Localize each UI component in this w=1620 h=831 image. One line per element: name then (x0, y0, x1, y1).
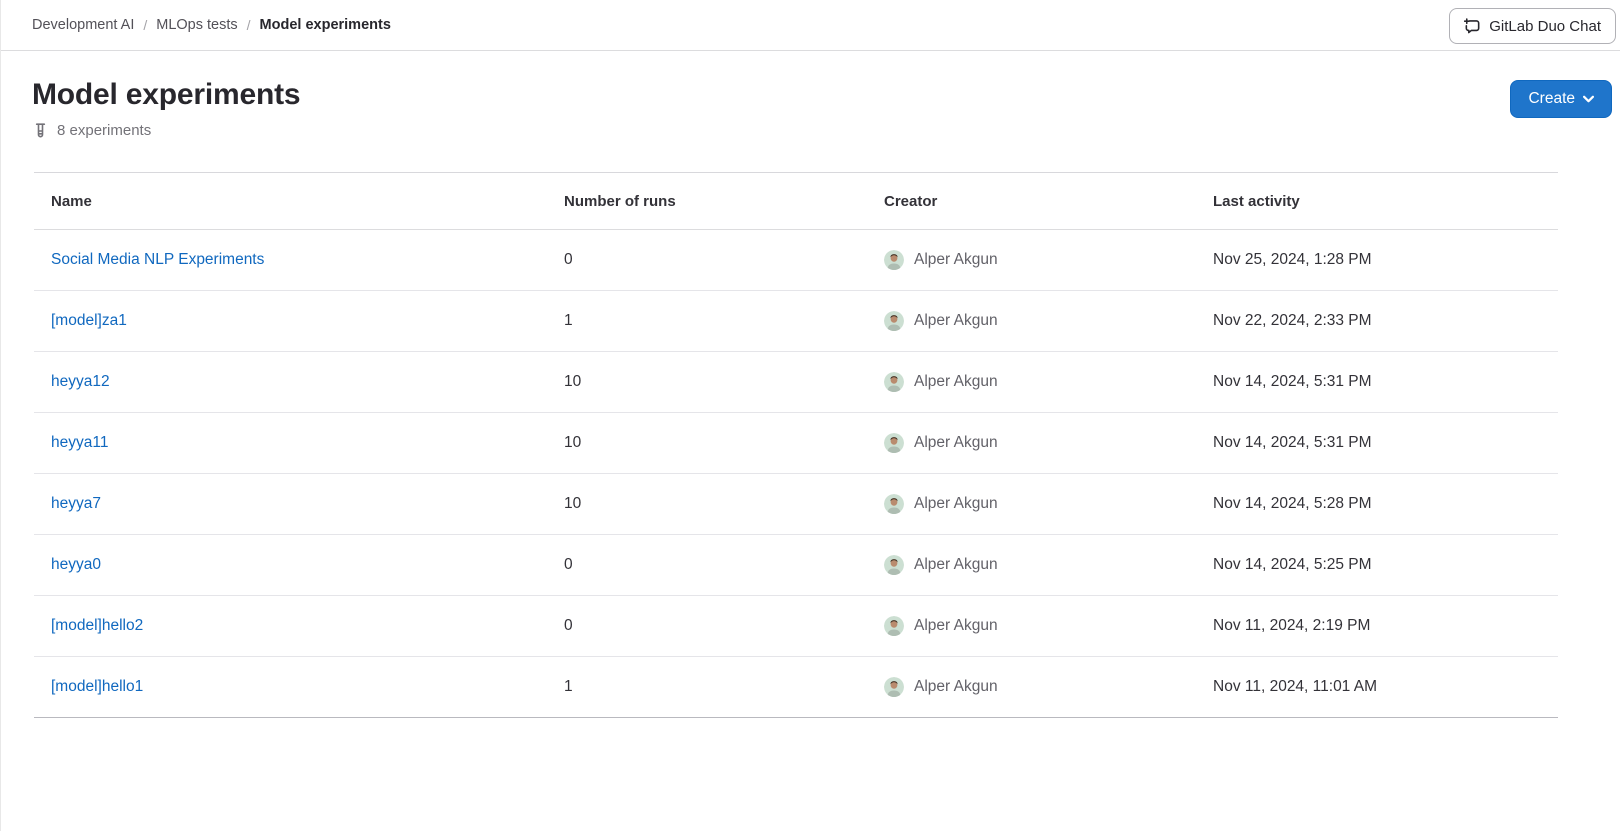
create-button[interactable]: Create (1510, 80, 1612, 118)
avatar[interactable] (884, 616, 904, 636)
table-row: Social Media NLP Experiments 0 Alper Akg… (34, 230, 1558, 291)
avatar[interactable] (884, 433, 904, 453)
creator-name-link[interactable]: Alper Akgun (914, 678, 998, 696)
last-activity: Nov 11, 2024, 11:01 AM (1213, 678, 1377, 695)
breadcrumb-separator: / (247, 17, 251, 33)
duo-chat-label: GitLab Duo Chat (1489, 18, 1601, 35)
last-activity: Nov 14, 2024, 5:31 PM (1213, 434, 1372, 451)
run-count: 10 (564, 373, 581, 390)
avatar[interactable] (884, 677, 904, 697)
gitlab-duo-chat-button[interactable]: GitLab Duo Chat (1449, 8, 1616, 44)
column-header-number-of-runs: Number of runs (547, 173, 867, 230)
creator-name-link[interactable]: Alper Akgun (914, 251, 998, 269)
column-header-name: Name (34, 173, 547, 230)
column-header-last-activity: Last activity (1196, 173, 1558, 230)
table-header-row: Name Number of runs Creator Last activit… (34, 173, 1558, 230)
run-count: 0 (564, 251, 573, 268)
last-activity: Nov 14, 2024, 5:31 PM (1213, 373, 1372, 390)
run-count: 1 (564, 312, 573, 329)
table-row: heyya0 0 Alper Akgun Nov 14, 2024, 5:25 … (34, 535, 1558, 596)
creator-name-link[interactable]: Alper Akgun (914, 617, 998, 635)
run-count: 1 (564, 678, 573, 695)
breadcrumb-item-mlops-tests[interactable]: MLOps tests (156, 17, 237, 33)
avatar[interactable] (884, 372, 904, 392)
experiment-name-link[interactable]: [model]hello2 (51, 617, 143, 634)
creator-name-link[interactable]: Alper Akgun (914, 495, 998, 513)
creator-name-link[interactable]: Alper Akgun (914, 556, 998, 574)
duo-chat-icon (1464, 18, 1481, 35)
table-row: heyya12 10 Alper Akgun Nov 14, 2024, 5:3… (34, 352, 1558, 413)
breadcrumb: Development AI / MLOps tests / Model exp… (32, 17, 391, 33)
avatar[interactable] (884, 494, 904, 514)
table-row: heyya11 10 Alper Akgun Nov 14, 2024, 5:3… (34, 413, 1558, 474)
experiment-name-link[interactable]: heyya12 (51, 373, 110, 390)
page-header: Model experiments 8 experiments Create (1, 51, 1620, 172)
table-row: [model]hello2 0 Alper Akgun Nov 11, 2024… (34, 596, 1558, 657)
last-activity: Nov 14, 2024, 5:28 PM (1213, 495, 1372, 512)
avatar[interactable] (884, 555, 904, 575)
table-row: [model]hello1 1 Alper Akgun Nov 11, 2024… (34, 657, 1558, 718)
run-count: 0 (564, 556, 573, 573)
experiment-name-link[interactable]: [model]hello1 (51, 678, 143, 695)
breadcrumb-item-model-experiments[interactable]: Model experiments (260, 17, 391, 33)
column-header-creator: Creator (867, 173, 1196, 230)
experiment-count-label: 8 experiments (57, 122, 151, 139)
experiment-name-link[interactable]: heyya0 (51, 556, 101, 573)
run-count: 0 (564, 617, 573, 634)
test-tube-icon (34, 123, 49, 139)
breadcrumb-separator: / (143, 17, 147, 33)
experiments-table-container: Name Number of runs Creator Last activit… (34, 172, 1557, 718)
creator-name-link[interactable]: Alper Akgun (914, 312, 998, 330)
table-row: [model]za1 1 Alper Akgun Nov 22, 2024, 2… (34, 291, 1558, 352)
chevron-down-icon (1583, 95, 1594, 103)
last-activity: Nov 22, 2024, 2:33 PM (1213, 312, 1372, 329)
experiment-name-link[interactable]: heyya7 (51, 495, 101, 512)
last-activity: Nov 14, 2024, 5:25 PM (1213, 556, 1372, 573)
experiments-table-body: Social Media NLP Experiments 0 Alper Akg… (34, 230, 1558, 718)
creator-name-link[interactable]: Alper Akgun (914, 373, 998, 391)
breadcrumb-bar: Development AI / MLOps tests / Model exp… (1, 0, 1620, 51)
table-row: heyya7 10 Alper Akgun Nov 14, 2024, 5:28… (34, 474, 1558, 535)
experiment-name-link[interactable]: [model]za1 (51, 312, 127, 329)
creator-name-link[interactable]: Alper Akgun (914, 434, 998, 452)
experiment-count: 8 experiments (34, 122, 1620, 139)
create-button-label: Create (1528, 90, 1575, 108)
experiments-table: Name Number of runs Creator Last activit… (34, 172, 1558, 718)
avatar[interactable] (884, 250, 904, 270)
breadcrumb-item-development-ai[interactable]: Development AI (32, 17, 134, 33)
experiment-name-link[interactable]: heyya11 (51, 434, 108, 451)
run-count: 10 (564, 434, 581, 451)
last-activity: Nov 25, 2024, 1:28 PM (1213, 251, 1372, 268)
run-count: 10 (564, 495, 581, 512)
experiment-name-link[interactable]: Social Media NLP Experiments (51, 251, 264, 268)
page-title: Model experiments (32, 75, 1620, 115)
avatar[interactable] (884, 311, 904, 331)
last-activity: Nov 11, 2024, 2:19 PM (1213, 617, 1370, 634)
